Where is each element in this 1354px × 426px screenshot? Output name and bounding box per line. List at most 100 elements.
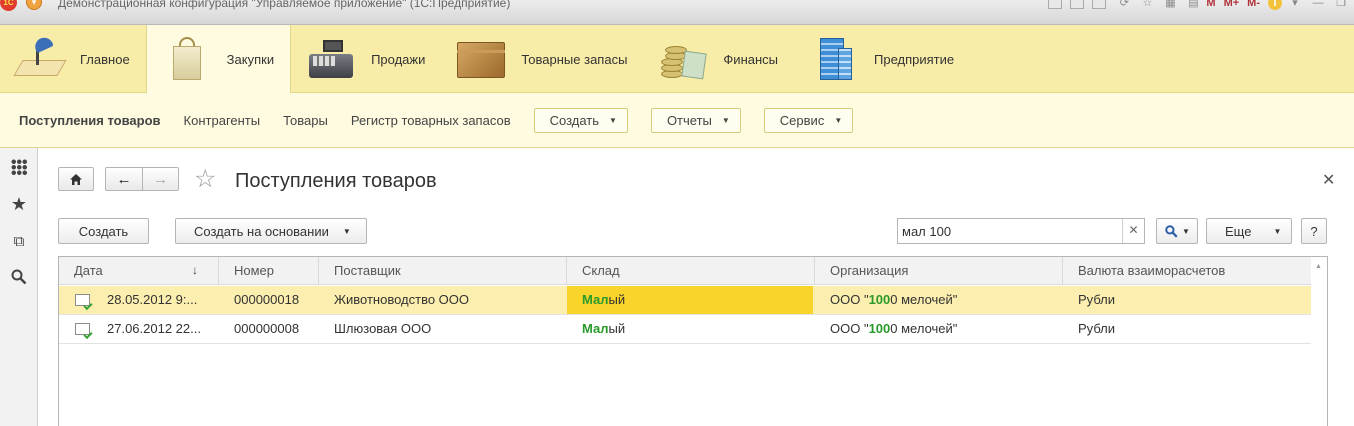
column-header-date[interactable]: Дата ↓ <box>59 257 219 285</box>
arrow-left-icon: ← <box>116 170 132 188</box>
all-functions-icon[interactable] <box>9 157 29 177</box>
app-logo-icon[interactable]: 1С <box>0 0 17 11</box>
sections-panel: Главное Закупки Продажи Товарные запасы … <box>0 25 1354 93</box>
home-button[interactable] <box>58 167 94 191</box>
create-dropdown-label: Создать <box>549 112 600 128</box>
search-match: Мал <box>582 321 609 336</box>
column-header-warehouse[interactable]: Склад <box>567 257 815 285</box>
cell-text: ый <box>608 321 626 336</box>
create-button[interactable]: Создать <box>58 218 149 244</box>
minimize-icon[interactable]: — <box>1308 0 1328 10</box>
section-purchases[interactable]: Закупки <box>145 25 292 93</box>
forward-button[interactable]: → <box>142 167 179 191</box>
reports-dropdown[interactable]: Отчеты ▼ <box>650 107 741 133</box>
main-menu-button[interactable]: ▾ <box>26 0 42 10</box>
goods-receipts-table[interactable]: Дата ↓ Номер Поставщик Склад Организация… <box>58 256 1328 426</box>
restore-icon[interactable]: ❐ <box>1331 0 1351 10</box>
section-label: Продажи <box>371 51 426 67</box>
section-commands-bar: Поступления товаров Контрагенты Товары Р… <box>0 93 1354 148</box>
cell-currency: Рубли <box>1078 321 1116 336</box>
close-form-icon[interactable]: ✕ <box>1322 170 1335 190</box>
column-header-label: Организация <box>830 263 909 278</box>
section-label: Предприятие <box>874 51 955 67</box>
memory-m-button[interactable]: M <box>1206 0 1215 10</box>
cmd-goods-receipts[interactable]: Поступления товаров <box>19 113 161 128</box>
section-label: Главное <box>80 51 130 67</box>
cell-organization: ООО "1000 мелочей" <box>815 315 1063 343</box>
building-icon <box>808 34 860 84</box>
column-header-label: Номер <box>234 263 275 278</box>
chevron-down-icon: ▼ <box>342 226 351 236</box>
column-header-label: Склад <box>582 263 620 278</box>
favorites-star-icon[interactable]: ★ <box>9 194 29 214</box>
back-button[interactable]: ← <box>105 167 142 191</box>
cell-supplier: Шлюзовая ООО <box>334 321 432 336</box>
cell-text: ООО " <box>830 321 869 336</box>
cell-warehouse[interactable]: Малый <box>567 286 813 314</box>
favorites-icon[interactable]: ☆ <box>1137 0 1157 10</box>
column-header-organization[interactable]: Организация <box>815 257 1063 285</box>
section-main[interactable]: Главное <box>0 25 146 93</box>
coins-icon <box>657 34 709 84</box>
section-label: Товарные запасы <box>521 51 628 67</box>
cell-text: ый <box>608 292 626 307</box>
create-dropdown[interactable]: Создать ▼ <box>533 107 628 133</box>
cell-text: 0 мелочей" <box>890 292 958 307</box>
table-row[interactable]: 28.05.2012 9:... 000000018 Животноводств… <box>59 286 1311 315</box>
cmd-counterparties[interactable]: Контрагенты <box>184 113 261 128</box>
print-icon[interactable] <box>1048 0 1063 9</box>
service-dropdown[interactable]: Сервис ▼ <box>763 107 854 133</box>
chevron-down-icon: ▼ <box>1273 226 1282 236</box>
section-label: Финансы <box>723 51 778 67</box>
sort-descending-icon: ↓ <box>192 263 198 277</box>
home-icon <box>70 173 82 185</box>
more-button[interactable]: Еще ▼ <box>1206 218 1292 244</box>
search-field[interactable]: ✕ <box>897 218 1145 244</box>
calendar-icon[interactable]: ▤ <box>1183 0 1203 10</box>
cell-date: 28.05.2012 9:... <box>107 292 198 307</box>
memory-plus-button[interactable]: M+ <box>1224 0 1240 10</box>
search-input[interactable] <box>898 220 1122 242</box>
section-inventory[interactable]: Товарные запасы <box>441 25 643 93</box>
posted-document-icon <box>75 323 90 335</box>
table-row[interactable]: 27.06.2012 22... 000000008 Шлюзовая ООО … <box>59 315 1311 344</box>
search-icon[interactable] <box>9 267 29 287</box>
scroll-up-icon[interactable]: ▲ <box>1315 263 1322 270</box>
section-label: Закупки <box>226 51 275 67</box>
calculator-icon[interactable]: ▦ <box>1160 0 1180 10</box>
info-dropdown-icon[interactable]: ▾ <box>1285 0 1305 10</box>
print-preview-icon[interactable] <box>1070 0 1085 9</box>
cell-supplier: Животноводство ООО <box>334 292 470 307</box>
table-header: Дата ↓ Номер Поставщик Склад Организация… <box>59 257 1311 285</box>
add-to-favorites-star-icon[interactable]: ☆ <box>194 165 216 193</box>
section-finance[interactable]: Финансы <box>643 25 794 93</box>
search-match: Мал <box>582 292 609 307</box>
section-sales[interactable]: Продажи <box>291 25 441 93</box>
list-form: ← → ☆ Поступления товаров ✕ Создать Созд… <box>38 148 1354 426</box>
column-header-label: Валюта взаиморасчетов <box>1078 263 1226 278</box>
cmd-goods[interactable]: Товары <box>283 113 328 128</box>
arrow-right-icon: → <box>153 170 168 188</box>
cell-text: 0 мелочей" <box>890 321 958 336</box>
section-enterprise[interactable]: Предприятие <box>794 25 970 93</box>
column-header-number[interactable]: Номер <box>219 257 319 285</box>
create-based-on-button[interactable]: Создать на основании ▼ <box>175 218 367 244</box>
search-icon <box>1165 224 1178 238</box>
box-icon <box>455 34 507 84</box>
help-button[interactable]: ? <box>1301 218 1327 244</box>
cell-currency: Рубли <box>1078 292 1116 307</box>
save-icon[interactable] <box>1092 0 1107 9</box>
info-icon[interactable]: i <box>1268 0 1282 10</box>
refresh-icon[interactable]: ⟳ <box>1114 0 1134 10</box>
memory-minus-button[interactable]: M- <box>1247 0 1260 10</box>
clear-search-icon[interactable]: ✕ <box>1122 219 1144 243</box>
column-header-currency[interactable]: Валюта взаиморасчетов <box>1063 257 1311 285</box>
cmd-stock-register[interactable]: Регистр товарных запасов <box>351 113 511 128</box>
column-header-supplier[interactable]: Поставщик <box>319 257 567 285</box>
chevron-down-icon: ▼ <box>609 115 617 125</box>
history-icon[interactable]: ⧉ <box>9 231 29 251</box>
shopping-bag-icon <box>161 34 213 84</box>
chevron-down-icon: ▼ <box>1182 226 1190 236</box>
create-button-label: Создать <box>78 223 129 239</box>
search-options-button[interactable]: ▼ <box>1156 218 1198 244</box>
